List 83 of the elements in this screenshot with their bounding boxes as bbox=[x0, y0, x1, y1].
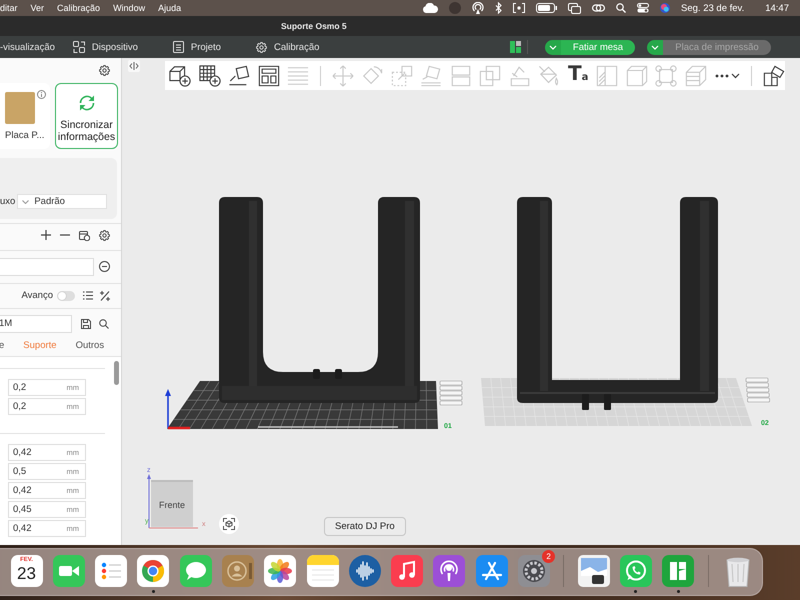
document-icon bbox=[172, 41, 184, 53]
a-glyph-icon[interactable] bbox=[476, 555, 508, 587]
grid-plus-icon[interactable] bbox=[198, 64, 220, 86]
video-camera-icon[interactable] bbox=[52, 555, 85, 587]
scrollbar[interactable] bbox=[114, 361, 119, 385]
menu-item[interactable]: Ajuda bbox=[158, 0, 182, 16]
slice-options-button[interactable] bbox=[545, 40, 561, 54]
view-cube-axes bbox=[147, 474, 198, 528]
search-icon[interactable] bbox=[616, 3, 626, 13]
minus-icon[interactable] bbox=[60, 234, 70, 236]
settings-icon[interactable] bbox=[99, 64, 110, 76]
checklist-icon[interactable] bbox=[95, 555, 128, 587]
text-field[interactable] bbox=[0, 258, 94, 276]
focus-cube-icon bbox=[223, 518, 235, 530]
notepad-icon[interactable] bbox=[306, 555, 339, 587]
text-tool[interactable]: Ta bbox=[568, 62, 589, 89]
gear-icon bbox=[256, 42, 267, 52]
flower-icon[interactable] bbox=[264, 555, 296, 587]
settings-tab[interactable]: Outros bbox=[76, 340, 104, 350]
signal-arcs-icon[interactable] bbox=[472, 2, 484, 14]
menu-item[interactable]: Ver bbox=[30, 0, 44, 16]
toggle-label: Avanço bbox=[21, 290, 53, 301]
field-label: uxo bbox=[0, 195, 16, 209]
contact-book-icon[interactable] bbox=[222, 555, 254, 587]
focus-frame-icon[interactable] bbox=[513, 3, 526, 13]
fit-view-button[interactable] bbox=[219, 514, 239, 534]
slash-lines-icon[interactable] bbox=[100, 290, 110, 300]
split-view-icon[interactable] bbox=[510, 41, 521, 53]
bluetooth-icon[interactable] bbox=[495, 2, 502, 14]
panel-layout-icon[interactable] bbox=[258, 64, 280, 86]
sync-icon bbox=[78, 94, 96, 112]
device-icon bbox=[72, 41, 85, 53]
overlapping-rectangles-icon[interactable] bbox=[568, 2, 582, 14]
gear-icon[interactable] bbox=[518, 555, 550, 587]
plate-card[interactable]: Placa P... bbox=[0, 83, 50, 149]
panel-toggle-icon[interactable] bbox=[128, 60, 140, 72]
chain-link-icon[interactable] bbox=[592, 3, 606, 13]
chevron-down-icon bbox=[549, 44, 557, 50]
list-icon[interactable] bbox=[83, 291, 93, 300]
speech-bubble-icon[interactable] bbox=[180, 555, 212, 587]
podcast-icon[interactable] bbox=[433, 555, 466, 587]
battery-icon[interactable] bbox=[536, 3, 558, 13]
tooltip: Serato DJ Pro bbox=[324, 517, 406, 536]
chevron-down-icon bbox=[22, 200, 30, 204]
waveform-icon[interactable] bbox=[348, 555, 381, 587]
app-tab[interactable]: Dispositivo bbox=[72, 38, 138, 56]
orb-icon[interactable] bbox=[660, 3, 670, 13]
preset-dropdown[interactable]: Padrão bbox=[17, 194, 108, 209]
circle-minus-icon[interactable] bbox=[99, 261, 110, 272]
calendar-day: 23 bbox=[17, 564, 36, 583]
cloud-icon[interactable] bbox=[422, 3, 438, 13]
app-tab[interactable]: Calibração bbox=[256, 38, 320, 56]
menu-item[interactable]: Calibração bbox=[57, 0, 100, 16]
menu-item[interactable]: Window bbox=[113, 0, 146, 16]
tile-logo-icon[interactable] bbox=[662, 555, 694, 587]
print-options-button[interactable] bbox=[647, 40, 663, 54]
music-note-icon[interactable] bbox=[391, 555, 424, 587]
settings-icon[interactable] bbox=[99, 230, 110, 240]
chevron-down-icon bbox=[651, 44, 659, 50]
app-tab[interactable]: -visualização bbox=[0, 38, 55, 56]
view-cube[interactable]: Frente bbox=[151, 480, 193, 527]
menu-bar-date[interactable]: Seg. 23 de fev. bbox=[681, 2, 744, 14]
cube-plus-icon[interactable] bbox=[169, 64, 191, 86]
search-icon[interactable] bbox=[99, 319, 109, 329]
info-icon[interactable] bbox=[37, 90, 46, 99]
plate-name: Placa P... bbox=[5, 130, 44, 141]
plate-thumbnail bbox=[5, 92, 35, 124]
axis-arrows bbox=[165, 389, 190, 430]
menu-item[interactable]: ditar bbox=[0, 0, 18, 16]
menu-bar-clock[interactable]: 14:47 bbox=[765, 2, 789, 14]
phone-bubble-icon[interactable] bbox=[620, 555, 652, 587]
advanced-toggle[interactable] bbox=[57, 290, 75, 300]
save-icon[interactable] bbox=[81, 319, 91, 329]
window-badge-icon[interactable] bbox=[79, 230, 90, 240]
image-preview-icon[interactable] bbox=[578, 555, 610, 587]
puzzle-pieces-icon[interactable] bbox=[763, 64, 785, 86]
app-tab[interactable]: Projeto bbox=[172, 38, 221, 56]
preset-field[interactable]: 1M bbox=[0, 315, 72, 333]
window-title: Suporte Osmo 5 bbox=[281, 21, 347, 31]
plus-icon[interactable] bbox=[41, 230, 51, 240]
notification-badge: 2 bbox=[542, 550, 556, 563]
sync-button[interactable]: Sincronizar informações bbox=[55, 83, 118, 149]
toggles-icon[interactable] bbox=[637, 3, 650, 13]
